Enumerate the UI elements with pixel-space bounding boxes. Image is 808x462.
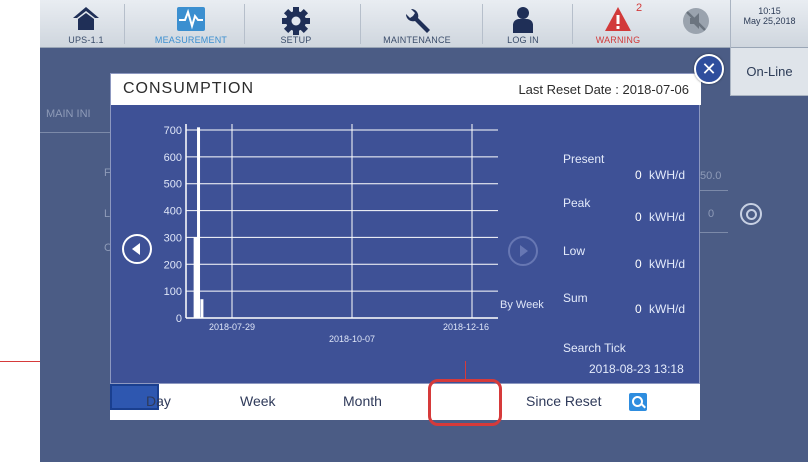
nav-separator (124, 4, 125, 44)
background-value-b: 0 (708, 208, 715, 220)
nav-separator (572, 4, 573, 44)
nav-warning-label: WARNING (595, 35, 641, 45)
nav-warning-button[interactable]: 2 WARNING (576, 0, 660, 48)
low-label: Low (563, 244, 586, 258)
consumption-chart: 0 100 200 300 400 500 600 700 2018-07-29 2018-10-… (164, 124, 498, 344)
search-tick-label: Search Tick (563, 341, 626, 355)
nav-separator (244, 4, 245, 44)
nav-maintenance-label: MAINTENANCE (383, 35, 451, 45)
x-tick-label: 2018-10-07 (329, 334, 375, 344)
low-unit: kWH/d (649, 257, 685, 271)
nav-mute-button[interactable] (666, 0, 726, 48)
warning-icon (605, 7, 631, 31)
clock-time: 10:15 (758, 6, 781, 16)
ups-status-panel: On-Line (730, 48, 808, 96)
dialog-title: CONSUMPTION (123, 80, 254, 97)
y-tick-label: 200 (164, 259, 182, 271)
warning-count-badge: 2 (636, 2, 643, 14)
chart-bar (197, 127, 201, 318)
background-divider (700, 190, 728, 191)
nav-home-button[interactable]: UPS-1.1 (50, 0, 122, 48)
nav-login-label: LOG IN (507, 35, 539, 45)
search-tick-value: 2018-08-23 13:18 (589, 362, 684, 376)
peak-label: Peak (563, 196, 591, 210)
chevron-left-icon (132, 243, 140, 255)
nav-setup-button[interactable]: SETUP (246, 0, 346, 48)
chart-period-label: By Week (500, 299, 544, 311)
next-period-button[interactable] (508, 236, 538, 266)
tab-since-reset[interactable]: Since Reset (526, 393, 601, 409)
chart-bar (200, 299, 204, 318)
close-button[interactable]: ✕ (694, 54, 724, 84)
home-icon (73, 7, 99, 30)
nav-login-button[interactable]: LOG IN (484, 0, 562, 48)
y-tick-label: 0 (176, 313, 182, 325)
waveform-icon (177, 7, 205, 31)
callout-highlight (428, 379, 502, 426)
chevron-right-icon (520, 245, 528, 257)
peak-value: 0 (635, 210, 642, 224)
y-tick-label: 500 (164, 179, 182, 191)
nav-separator (360, 4, 361, 44)
nav-separator (482, 4, 483, 44)
top-navigation-bar: UPS-1.1 MEASUREMENT SETUP MAINTENANCE LO… (40, 0, 808, 48)
ups-status-text: On-Line (746, 64, 793, 79)
callout-line (465, 361, 466, 380)
background-divider (40, 132, 120, 133)
close-icon: ✕ (701, 59, 717, 80)
nav-measurement-button[interactable]: MEASUREMENT (146, 0, 236, 48)
clock-date: May 25,2018 (743, 16, 796, 26)
sum-unit: kWH/d (649, 302, 685, 316)
nav-maintenance-button[interactable]: MAINTENANCE (362, 0, 472, 48)
background-value-a: 50.0 (700, 170, 722, 182)
low-value: 0 (635, 257, 642, 271)
y-tick-label: 100 (164, 286, 182, 298)
wrench-icon (405, 8, 430, 33)
y-tick-label: 400 (164, 206, 182, 218)
last-reset-date: Last Reset Date : 2018-07-06 (518, 82, 689, 97)
nav-home-label: UPS-1.1 (68, 35, 104, 45)
present-value: 0 (635, 168, 642, 182)
mute-icon (683, 8, 709, 34)
x-tick-label: 2018-12-16 (443, 322, 489, 332)
background-search-icon[interactable] (740, 203, 762, 225)
background-divider (700, 232, 728, 233)
search-icon[interactable] (629, 393, 647, 411)
x-tick-label: 2018-07-29 (209, 322, 255, 332)
previous-period-button[interactable] (122, 234, 152, 264)
period-tab-bar: Day Week Month Year Since Reset (110, 383, 700, 420)
gear-icon (282, 7, 310, 35)
stage: UPS-1.1 MEASUREMENT SETUP MAINTENANCE LO… (0, 0, 808, 462)
background-main-label: MAIN INI (46, 108, 91, 120)
dialog-header: CONSUMPTION Last Reset Date : 2018-07-06 (111, 74, 701, 105)
user-icon (513, 7, 533, 33)
present-label: Present (563, 152, 605, 166)
present-unit: kWH/d (649, 168, 685, 182)
peak-unit: kWH/d (649, 210, 685, 224)
sum-label: Sum (563, 291, 588, 305)
nav-measurement-label: MEASUREMENT (154, 35, 228, 45)
tab-year-label: Year (390, 388, 420, 404)
y-tick-label: 700 (164, 125, 182, 137)
y-tick-label: 300 (164, 232, 182, 244)
nav-setup-label: SETUP (280, 35, 312, 45)
clock-panel: 10:15 May 25,2018 (730, 0, 808, 48)
sum-value: 0 (635, 302, 642, 316)
y-tick-label: 600 (164, 152, 182, 164)
